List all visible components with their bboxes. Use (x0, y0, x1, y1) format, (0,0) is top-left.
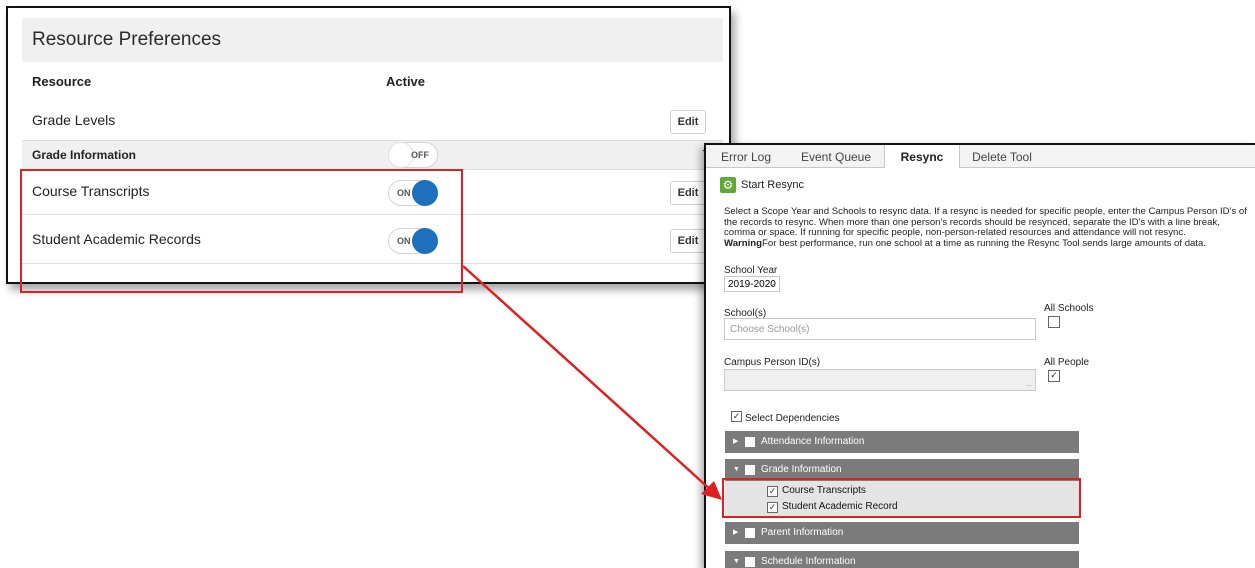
connector-arrow (462, 265, 722, 500)
arrow-line (462, 265, 713, 492)
